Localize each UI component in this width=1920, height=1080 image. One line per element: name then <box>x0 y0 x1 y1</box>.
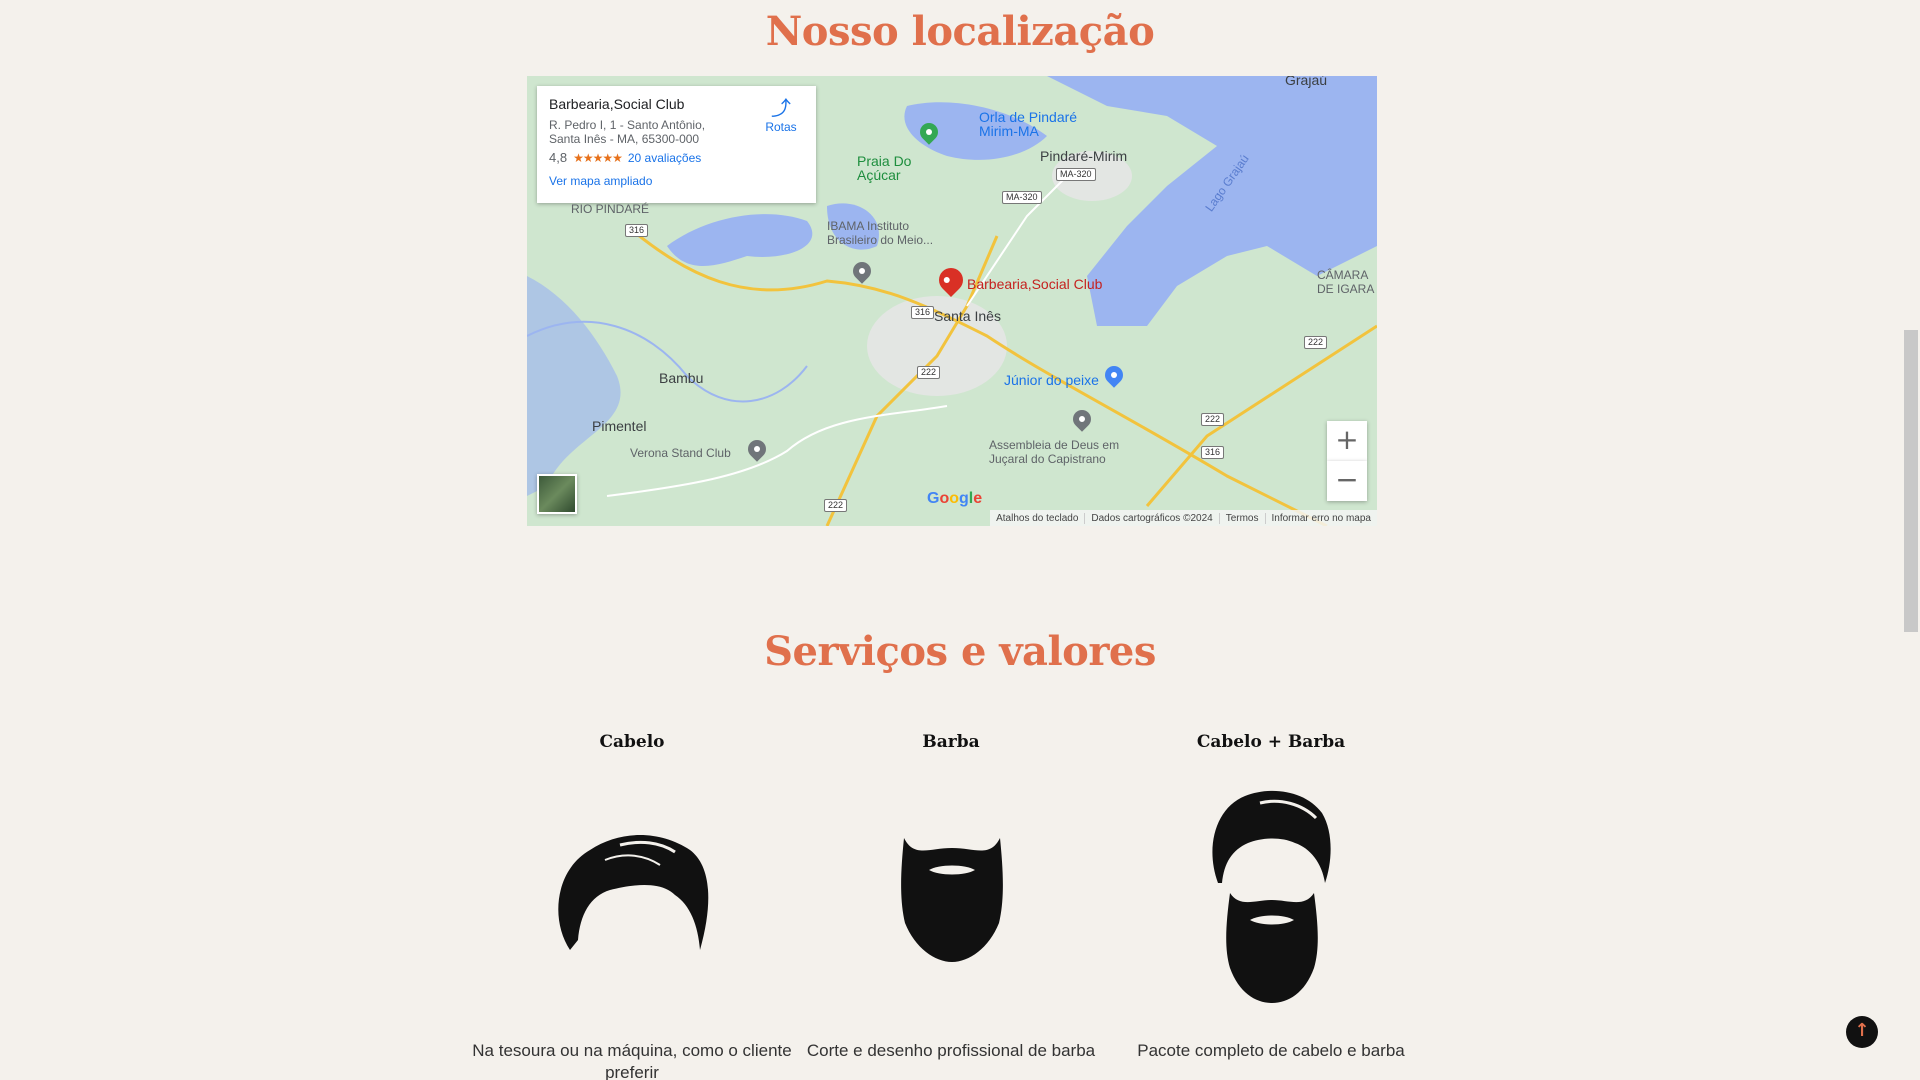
map-label-verona: Verona Stand Club <box>630 446 731 460</box>
zoom-in-button[interactable]: + <box>1327 421 1367 461</box>
service-desc-barba: Corte e desenho profissional de barba <box>791 1040 1111 1062</box>
map-label-orla: Orla de Pindaré Mirim-MA <box>979 109 1078 139</box>
map-label-praia: Praia Do Açúcar <box>857 153 912 183</box>
map-label-assembleia: Assembleia de Deus em Juçaral do Capistr… <box>989 438 1120 466</box>
road-shield: MA-320 <box>1056 168 1096 181</box>
service-title: Barba <box>922 732 980 752</box>
road-shield: 222 <box>1201 413 1225 426</box>
view-larger-map-link[interactable]: Ver mapa ampliado <box>549 174 804 188</box>
google-logo: Google <box>927 490 983 507</box>
road-shield: MA-320 <box>1002 191 1042 204</box>
location-title: Nosso localização <box>765 8 1155 55</box>
directions-button[interactable]: ⤴ Rotas <box>764 98 798 134</box>
service-card-cabelo-barba: Cabelo + Barba <box>1111 732 1431 752</box>
map-label-junior: Júnior do peixe <box>1004 372 1099 388</box>
keyboard-shortcuts-link[interactable]: Atalhos do teclado <box>990 513 1084 524</box>
beard-icon <box>901 838 1003 962</box>
hair-icon <box>558 835 709 950</box>
map-label-grajau: Grajaú <box>1285 76 1328 88</box>
google-map[interactable]: Barbearia,Social Club R. Pedro I, 1 - Sa… <box>527 76 1377 526</box>
place-rating: 4,8 ★★★★★ 20 avaliações <box>549 150 804 165</box>
directions-label: Rotas <box>765 120 797 134</box>
road-shield: 222 <box>824 499 848 512</box>
services-title: Serviços e valores <box>764 628 1156 675</box>
place-info-card: Barbearia,Social Club R. Pedro I, 1 - Sa… <box>537 86 816 203</box>
place-address: R. Pedro I, 1 - Santo Antônio, Santa Inê… <box>549 118 706 146</box>
road-shield: 222 <box>1304 336 1328 349</box>
map-label-camara: CÂMARA DE IGARA <box>1317 268 1375 296</box>
road-shield: 222 <box>917 366 941 379</box>
road-shield: 316 <box>911 306 935 319</box>
hair-and-beard-icon <box>1212 790 1331 1003</box>
directions-icon: ⤴ <box>771 98 791 120</box>
service-description: Na tesoura ou na máquina, como o cliente… <box>472 1041 792 1080</box>
map-label-pindare-mirim: Pindaré-Mirim <box>1040 148 1128 164</box>
back-to-top-button[interactable]: ↑ <box>1846 1016 1878 1048</box>
service-title: Cabelo <box>599 732 665 752</box>
scrollbar-thumb[interactable] <box>1904 330 1918 632</box>
satellite-toggle-button[interactable] <box>537 474 577 514</box>
page-scrollbar[interactable] <box>1902 0 1920 1080</box>
map-data-text: Dados cartográficos ©2024 <box>1084 512 1218 524</box>
road-shield: 316 <box>625 224 649 237</box>
zoom-out-button[interactable]: − <box>1327 461 1367 501</box>
service-desc-cabelo-barba: Pacote completo de cabelo e barba <box>1111 1040 1431 1062</box>
road-shield: 316 <box>1201 446 1225 459</box>
map-label-ibama: IBAMA Instituto Brasileiro do Meio... <box>827 219 934 247</box>
map-label-pimentel: Pimentel <box>592 418 647 434</box>
terms-link[interactable]: Termos <box>1218 512 1265 524</box>
reviews-link[interactable]: 20 avaliações <box>628 151 701 165</box>
map-attribution: Atalhos do teclado Dados cartográficos ©… <box>990 510 1377 526</box>
service-card-barba: Barba <box>791 732 1111 752</box>
service-desc-cabelo: Na tesoura ou na máquina, como o cliente… <box>472 1040 792 1080</box>
rating-stars: ★★★★★ <box>573 150 623 165</box>
service-description: Pacote completo de cabelo e barba <box>1137 1041 1405 1060</box>
service-description: Corte e desenho profissional de barba <box>806 1041 1096 1060</box>
map-label-barbearia: Barbearia,Social Club <box>967 276 1103 292</box>
service-title: Cabelo + Barba <box>1196 732 1346 752</box>
rating-value: 4,8 <box>549 150 568 165</box>
map-label-santa-ines: Santa Inês <box>934 308 1001 324</box>
map-label-bambu: Bambu <box>659 370 704 386</box>
map-label-rio-pindare: RIO PINDARÉ <box>571 202 650 216</box>
report-error-link[interactable]: Informar erro no mapa <box>1264 512 1378 524</box>
service-card-cabelo: Cabelo <box>472 732 792 752</box>
